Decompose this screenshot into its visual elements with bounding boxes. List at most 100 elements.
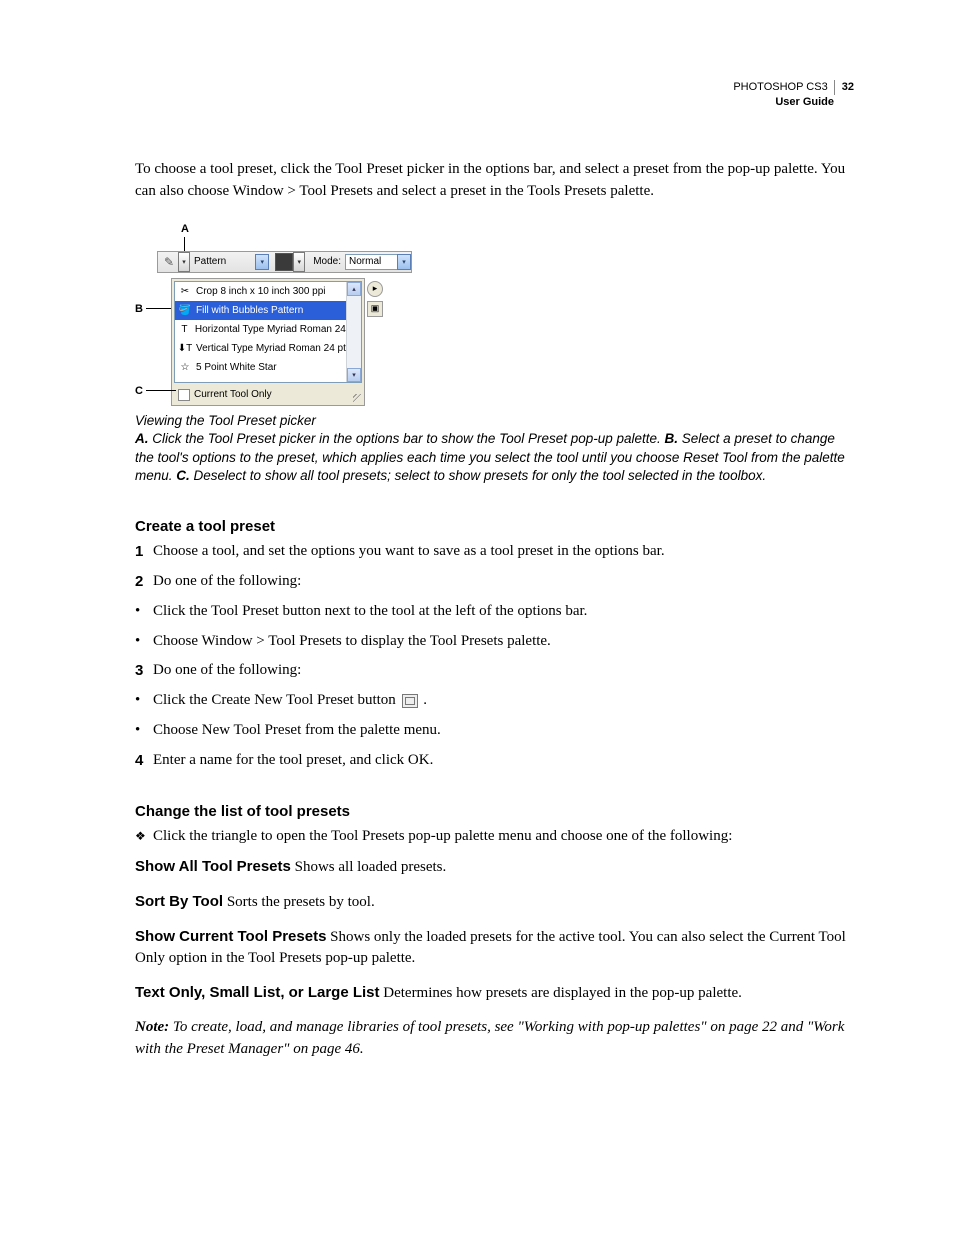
definition-sort-by-tool: Sort By Tool Sorts the presets by tool.: [135, 891, 854, 914]
bullet-icon: •: [135, 601, 153, 623]
diamond-text: Click the triangle to open the Tool Pres…: [153, 826, 732, 848]
header-product: PHOTOSHOP CS3: [733, 80, 834, 95]
bullet-text: Choose Window > Tool Presets to display …: [153, 631, 551, 653]
callout-tick-b: [146, 308, 171, 309]
bullet-icon: •: [135, 631, 153, 653]
caption-c-label: C.: [176, 468, 190, 483]
step-text: Enter a name for the tool preset, and cl…: [153, 750, 433, 772]
definition-show-current: Show Current Tool Presets Shows only the…: [135, 926, 854, 971]
step-text: Do one of the following:: [153, 660, 301, 682]
definition-term: Text Only, Small List, or Large List: [135, 984, 380, 1001]
step-4: 4 Enter a name for the tool preset, and …: [135, 750, 854, 772]
bullet-item: • Choose New Tool Preset from the palett…: [135, 720, 854, 742]
bullet-item: • Choose Window > Tool Presets to displa…: [135, 631, 854, 653]
tool-preset-picker-button[interactable]: ▾: [178, 252, 190, 272]
preset-item[interactable]: T Horizontal Type Myriad Roman 24 pt: [175, 320, 361, 339]
scroll-down-icon[interactable]: ▾: [347, 368, 361, 382]
crop-tool-icon: ✂: [179, 285, 191, 297]
figure-tool-preset-picker: A ✎ ▾ Pattern ▾ ▾ Mode: Normal ▾ B ▸ ▣: [135, 225, 854, 487]
caption-c-text: Deselect to show all tool presets; selec…: [190, 468, 766, 483]
caption-a-text: Click the Tool Preset picker in the opti…: [149, 431, 665, 446]
preset-label: Crop 8 inch x 10 inch 300 ppi: [196, 286, 326, 297]
callout-tick-c: [146, 390, 176, 391]
options-bar: ✎ ▾ Pattern ▾ ▾ Mode: Normal ▾: [157, 251, 412, 273]
current-tool-only-checkbox[interactable]: [178, 389, 190, 401]
intro-paragraph: To choose a tool preset, click the Tool …: [135, 158, 854, 203]
popup-footer: Current Tool Only: [172, 385, 364, 405]
palette-menu-button[interactable]: ▸: [367, 281, 383, 297]
preset-item[interactable]: ⬇T Vertical Type Myriad Roman 24 pt: [175, 339, 361, 358]
callout-label-a: A: [181, 223, 189, 235]
definition-term: Show Current Tool Presets: [135, 928, 326, 945]
step-1: 1 Choose a tool, and set the options you…: [135, 541, 854, 563]
preset-item[interactable]: ✂ Crop 8 inch x 10 inch 300 ppi: [175, 282, 361, 301]
page-number: 32: [842, 81, 854, 93]
note-label: Note:: [135, 1019, 169, 1035]
callout-label-c: C: [135, 385, 143, 397]
definition-body: Sorts the presets by tool.: [223, 894, 375, 910]
create-new-tool-preset-icon[interactable]: ▣: [367, 301, 383, 317]
bullet-icon: •: [135, 690, 153, 712]
definition-term: Sort By Tool: [135, 893, 223, 910]
step-number: 1: [135, 541, 153, 563]
step-number: 4: [135, 750, 153, 772]
caption-b-label: B.: [665, 431, 679, 446]
healing-brush-tool-icon[interactable]: ✎: [160, 253, 178, 271]
horizontal-type-icon: T: [179, 323, 190, 335]
note-body: To create, load, and manage libraries of…: [135, 1019, 844, 1057]
callout-label-b: B: [135, 303, 143, 315]
bullet-text: Click the Tool Preset button next to the…: [153, 601, 587, 623]
preset-label: Fill with Bubbles Pattern: [196, 305, 303, 316]
preset-list: ✂ Crop 8 inch x 10 inch 300 ppi 🪣 Fill w…: [174, 281, 362, 383]
page-content: PHOTOSHOP CS3 32 User Guide To choose a …: [0, 0, 954, 1120]
diamond-icon: ❖: [135, 826, 153, 848]
preset-label: Horizontal Type Myriad Roman 24 pt: [195, 324, 357, 335]
caption-a-label: A.: [135, 431, 149, 446]
preset-item[interactable]: ☆ 5 Point White Star: [175, 358, 361, 377]
preset-label: Vertical Type Myriad Roman 24 pt: [196, 343, 346, 354]
pattern-dropdown[interactable]: ▾: [255, 254, 269, 270]
pattern-swatch-icon[interactable]: [275, 253, 293, 271]
definition-body: Shows all loaded presets.: [291, 859, 446, 875]
mode-dropdown[interactable]: Normal: [345, 254, 398, 270]
paint-bucket-icon: 🪣: [179, 304, 191, 316]
section-heading-create: Create a tool preset: [135, 518, 854, 535]
section-heading-change: Change the list of tool presets: [135, 803, 854, 820]
pattern-swatch-dropdown[interactable]: ▾: [293, 252, 305, 272]
step-number: 2: [135, 571, 153, 593]
figure-caption-title: Viewing the Tool Preset picker: [135, 413, 854, 428]
bullet-item: • Click the Create New Tool Preset butto…: [135, 690, 854, 712]
tool-preset-popup: ✂ Crop 8 inch x 10 inch 300 ppi 🪣 Fill w…: [171, 278, 365, 406]
step-3: 3 Do one of the following:: [135, 660, 854, 682]
preset-label: 5 Point White Star: [196, 362, 277, 373]
resize-grip-icon[interactable]: [353, 394, 363, 404]
bullet-icon: •: [135, 720, 153, 742]
vertical-type-icon: ⬇T: [179, 342, 191, 354]
page-header: PHOTOSHOP CS3 32 User Guide: [135, 80, 854, 110]
bullet-text: Choose New Tool Preset from the palette …: [153, 720, 441, 742]
step-2: 2 Do one of the following:: [135, 571, 854, 593]
mode-dropdown-arrow-icon[interactable]: ▾: [397, 254, 411, 270]
note-paragraph: Note: To create, load, and manage librar…: [135, 1017, 854, 1061]
preset-item-selected[interactable]: 🪣 Fill with Bubbles Pattern: [175, 301, 361, 320]
header-guide: User Guide: [135, 95, 854, 110]
step-number: 3: [135, 660, 153, 682]
definition-show-all: Show All Tool Presets Shows all loaded p…: [135, 856, 854, 879]
definition-term: Show All Tool Presets: [135, 858, 291, 875]
custom-shape-icon: ☆: [179, 361, 191, 373]
diamond-step: ❖ Click the triangle to open the Tool Pr…: [135, 826, 854, 848]
pattern-label: Pattern: [194, 256, 226, 267]
definition-body: Determines how presets are displayed in …: [380, 985, 742, 1001]
current-tool-only-label: Current Tool Only: [194, 389, 272, 400]
bullet-item: • Click the Tool Preset button next to t…: [135, 601, 854, 623]
bullet-text: Click the Create New Tool Preset button …: [153, 690, 427, 712]
create-new-tool-preset-inline-icon: [402, 694, 418, 708]
mode-label: Mode:: [313, 256, 341, 267]
figure-caption: A. Click the Tool Preset picker in the o…: [135, 430, 854, 487]
step-text: Choose a tool, and set the options you w…: [153, 541, 665, 563]
preset-scrollbar[interactable]: ▴ ▾: [346, 282, 361, 382]
step-text: Do one of the following:: [153, 571, 301, 593]
definition-text-only: Text Only, Small List, or Large List Det…: [135, 982, 854, 1005]
callout-tick-a: [184, 237, 185, 251]
scroll-up-icon[interactable]: ▴: [347, 282, 361, 296]
